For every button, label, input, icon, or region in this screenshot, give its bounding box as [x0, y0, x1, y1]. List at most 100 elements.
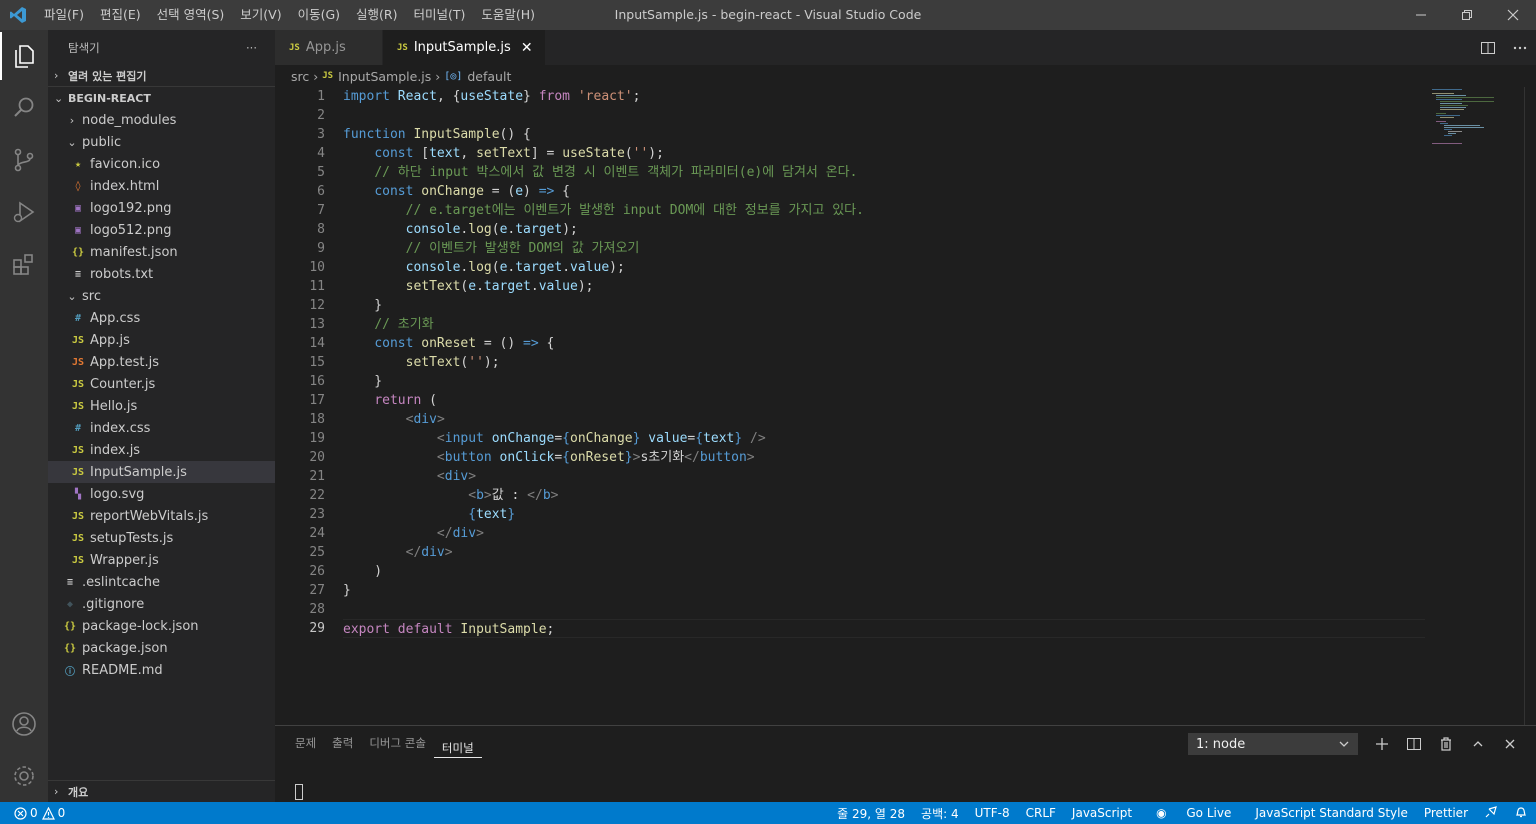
tree-file[interactable]: ▣ logo512.png [48, 219, 275, 241]
language-mode[interactable]: JavaScript [1064, 806, 1140, 820]
tree-file[interactable]: JS Counter.js [48, 373, 275, 395]
project-section[interactable]: ⌄ BEGIN-REACT [48, 87, 275, 109]
code-line[interactable]: // 하단 input 박스에서 값 변경 시 이벤트 객체가 파라미터(e)에… [343, 163, 1425, 182]
code-line[interactable]: </div> [343, 524, 1425, 543]
code-lines[interactable]: import React, {useState} from 'react'; fu… [343, 87, 1425, 638]
tree-file[interactable]: JS App.js [48, 329, 275, 351]
tab-terminal[interactable]: 터미널 [433, 730, 482, 758]
encoding[interactable]: UTF-8 [967, 806, 1018, 820]
restore-button[interactable] [1444, 0, 1490, 30]
minimize-button[interactable] [1398, 0, 1444, 30]
tab-app-js[interactable]: JS App.js [275, 30, 383, 65]
breadcrumb-symbol[interactable]: default [467, 69, 511, 84]
problems-status[interactable]: 0 0 [0, 806, 65, 820]
notifications-bell-icon[interactable] [1506, 805, 1536, 822]
tab-output[interactable]: 출력 [324, 726, 361, 761]
tree-file[interactable]: JS App.test.js [48, 351, 275, 373]
terminal-cursor[interactable] [295, 784, 303, 800]
extensions-activity[interactable] [0, 238, 48, 290]
more-actions-icon[interactable] [1504, 40, 1536, 56]
code-line[interactable]: function InputSample() { [343, 125, 1425, 144]
outline-section[interactable]: › 개요 [48, 780, 275, 802]
code-line[interactable]: export default InputSample; [343, 619, 1425, 638]
tree-file[interactable]: ≡ robots.txt [48, 263, 275, 285]
code-line[interactable] [343, 600, 1425, 619]
tree-file[interactable]: # App.css [48, 307, 275, 329]
code-line[interactable]: import React, {useState} from 'react'; [343, 87, 1425, 106]
code-line[interactable]: setText(e.target.value); [343, 277, 1425, 296]
menu-terminal[interactable]: 터미널(T) [406, 0, 474, 30]
cursor-position[interactable]: 줄 29, 열 28 [829, 805, 913, 822]
code-editor[interactable]: 1 2 3 4 5 6 7 8 9 10 11 12 13 14 15 16 17 18 19 20 21 22 23 24 2… [275, 87, 1536, 725]
code-line[interactable]: <button onClick={onReset}>s초기화</button> [343, 448, 1425, 467]
tree-file[interactable]: ◆ .gitignore [48, 593, 275, 615]
tree-file[interactable]: {} manifest.json [48, 241, 275, 263]
tree-file[interactable]: ★ favicon.ico [48, 153, 275, 175]
tree-file[interactable]: JS Hello.js [48, 395, 275, 417]
editor-scrollbar[interactable] [1524, 87, 1536, 725]
go-live-button[interactable]: ◉ Go Live [1140, 806, 1247, 820]
code-line[interactable]: <div> [343, 410, 1425, 429]
tree-file[interactable]: # index.css [48, 417, 275, 439]
code-line[interactable]: const onReset = () => { [343, 334, 1425, 353]
code-line[interactable]: } [343, 372, 1425, 391]
minimap[interactable] [1430, 87, 1524, 725]
tree-file[interactable]: JS setupTests.js [48, 527, 275, 549]
code-line[interactable]: {text} [343, 505, 1425, 524]
tree-file[interactable]: JS index.js [48, 439, 275, 461]
code-line[interactable]: </div> [343, 543, 1425, 562]
tree-file[interactable]: JS reportWebVitals.js [48, 505, 275, 527]
code-line[interactable]: // 초기화 [343, 315, 1425, 334]
menu-view[interactable]: 보기(V) [232, 0, 289, 30]
code-line[interactable]: const [text, setText] = useState(''); [343, 144, 1425, 163]
linter-status[interactable]: JavaScript Standard Style [1247, 806, 1416, 820]
trash-icon[interactable] [1430, 733, 1462, 755]
indentation[interactable]: 공백: 4 [913, 805, 967, 822]
split-editor-icon[interactable] [1472, 40, 1504, 56]
tree-folder[interactable]: ⌄ src [48, 285, 275, 307]
new-terminal-icon[interactable] [1366, 733, 1398, 755]
code-line[interactable]: <div> [343, 467, 1425, 486]
tree-file[interactable]: JS Wrapper.js [48, 549, 275, 571]
maximize-panel-icon[interactable] [1462, 733, 1494, 755]
code-line[interactable] [343, 106, 1425, 125]
breadcrumb-folder[interactable]: src [291, 69, 309, 84]
terminal-select[interactable]: 1: node [1188, 733, 1358, 755]
tab-problems[interactable]: 문제 [287, 726, 324, 761]
breadcrumb-file[interactable]: InputSample.js [338, 69, 431, 84]
tree-file[interactable]: {} package.json [48, 637, 275, 659]
menu-run[interactable]: 실행(R) [348, 0, 405, 30]
close-icon[interactable]: ✕ [519, 40, 535, 56]
code-line[interactable]: <input onChange={onChange} value={text} … [343, 429, 1425, 448]
tree-file[interactable]: {} package-lock.json [48, 615, 275, 637]
code-line[interactable]: <b>값 : </b> [343, 486, 1425, 505]
tree-file[interactable]: JS InputSample.js [48, 461, 275, 483]
more-actions-icon[interactable]: ··· [246, 41, 257, 55]
code-line[interactable]: console.log(e.target); [343, 220, 1425, 239]
menu-edit[interactable]: 편집(E) [92, 0, 149, 30]
tree-file[interactable]: ▚ logo.svg [48, 483, 275, 505]
menu-selection[interactable]: 선택 영역(S) [149, 0, 233, 30]
close-window-button[interactable] [1490, 0, 1536, 30]
manage-activity[interactable] [0, 750, 48, 802]
feedback-icon[interactable] [1476, 805, 1506, 822]
explorer-activity[interactable] [0, 30, 48, 82]
search-activity[interactable] [0, 82, 48, 134]
code-line[interactable]: setText(''); [343, 353, 1425, 372]
code-line[interactable]: ) [343, 562, 1425, 581]
tree-folder[interactable]: ⌄ public [48, 131, 275, 153]
code-line[interactable]: } [343, 296, 1425, 315]
code-line[interactable]: return ( [343, 391, 1425, 410]
split-terminal-icon[interactable] [1398, 733, 1430, 755]
end-of-line[interactable]: CRLF [1018, 806, 1064, 820]
code-line[interactable]: // 이벤트가 발생한 DOM의 값 가져오기 [343, 239, 1425, 258]
close-panel-icon[interactable] [1494, 733, 1526, 755]
tree-file[interactable]: ▣ logo192.png [48, 197, 275, 219]
formatter-status[interactable]: Prettier [1416, 806, 1476, 820]
tree-folder[interactable]: › node_modules [48, 109, 275, 131]
open-editors-section[interactable]: › 열려 있는 편집기 [48, 65, 275, 87]
code-line[interactable]: // e.target에는 이벤트가 발생한 input DOM에 대한 정보를… [343, 201, 1425, 220]
code-line[interactable]: const onChange = (e) => { [343, 182, 1425, 201]
tree-file[interactable]: ≡ .eslintcache [48, 571, 275, 593]
tab-debug-console[interactable]: 디버그 콘솔 [361, 726, 434, 761]
